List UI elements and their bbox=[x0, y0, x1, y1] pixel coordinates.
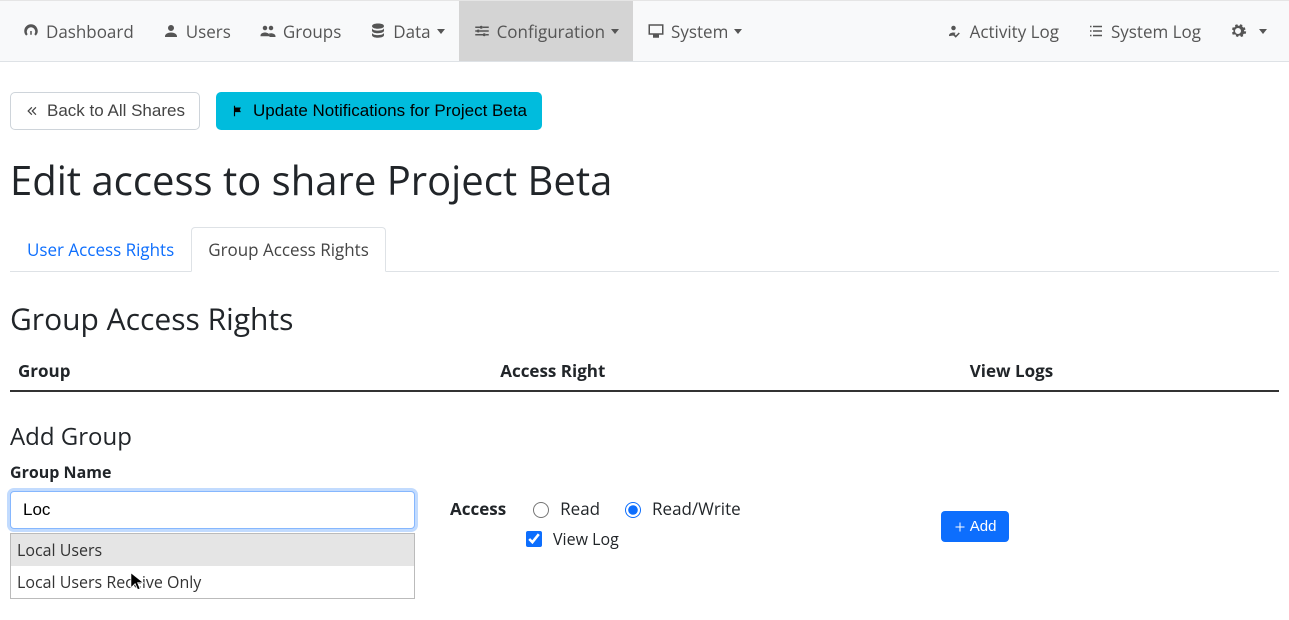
nav-activity-log-label: Activity Log bbox=[970, 20, 1059, 43]
nav-groups[interactable]: Groups bbox=[245, 1, 355, 61]
access-label: Access bbox=[450, 497, 506, 520]
gauge-icon bbox=[22, 22, 40, 40]
database-icon bbox=[369, 22, 387, 40]
col-view-logs: View Logs bbox=[962, 351, 1279, 391]
nav-configuration[interactable]: Configuration bbox=[459, 1, 633, 61]
tab-group-access[interactable]: Group Access Rights bbox=[191, 227, 386, 272]
chevron-down-icon bbox=[1259, 29, 1267, 34]
list-icon bbox=[1087, 22, 1105, 40]
nav-settings[interactable] bbox=[1215, 1, 1281, 61]
user-icon bbox=[162, 22, 180, 40]
update-notifications-button[interactable]: Update Notifications for Project Beta bbox=[216, 92, 542, 130]
monitor-icon bbox=[647, 22, 665, 40]
nav-activity-log[interactable]: Activity Log bbox=[932, 1, 1073, 61]
rights-table: Group Access Right View Logs bbox=[10, 351, 1279, 392]
nav-users-label: Users bbox=[186, 20, 231, 43]
view-log-checkbox[interactable] bbox=[526, 531, 542, 547]
user-check-icon bbox=[946, 22, 964, 40]
tabs: User Access Rights Group Access Rights bbox=[10, 227, 1279, 272]
nav-users[interactable]: Users bbox=[148, 1, 245, 61]
nav-system-label: System bbox=[671, 20, 728, 43]
flag-icon bbox=[231, 104, 245, 118]
group-name-label: Group Name bbox=[10, 461, 1279, 483]
update-button-label: Update Notifications for Project Beta bbox=[253, 101, 527, 121]
nav-groups-label: Groups bbox=[283, 20, 341, 43]
autocomplete-option[interactable]: Local Users Receive Only bbox=[11, 566, 414, 598]
autocomplete-option[interactable]: Local Users bbox=[11, 534, 414, 566]
chevron-down-icon bbox=[611, 29, 619, 34]
view-log-label: View Log bbox=[553, 528, 619, 550]
angles-left-icon bbox=[25, 104, 39, 118]
nav-dashboard[interactable]: Dashboard bbox=[8, 1, 148, 61]
add-group-title: Add Group bbox=[10, 420, 1279, 453]
access-readwrite-label: Read/Write bbox=[652, 497, 741, 520]
access-readwrite-radio[interactable] bbox=[625, 502, 641, 518]
back-button-label: Back to All Shares bbox=[47, 101, 185, 121]
page-title: Edit access to share Project Beta bbox=[10, 152, 1279, 207]
users-icon bbox=[259, 22, 277, 40]
nav-configuration-label: Configuration bbox=[497, 20, 605, 43]
nav-system[interactable]: System bbox=[633, 1, 756, 61]
col-access: Access Right bbox=[492, 351, 962, 391]
nav-system-log[interactable]: System Log bbox=[1073, 1, 1215, 61]
nav-data-label: Data bbox=[393, 20, 430, 43]
section-title: Group Access Rights bbox=[10, 298, 1279, 339]
access-readwrite-option[interactable]: Read/Write bbox=[620, 497, 741, 520]
back-to-shares-button[interactable]: Back to All Shares bbox=[10, 92, 200, 130]
top-navbar: Dashboard Users Groups Data Configuratio… bbox=[0, 0, 1289, 62]
tab-user-access[interactable]: User Access Rights bbox=[10, 227, 191, 272]
add-button[interactable]: Add bbox=[941, 511, 1010, 542]
col-group: Group bbox=[10, 351, 492, 391]
chevron-down-icon bbox=[734, 29, 742, 34]
nav-system-log-label: System Log bbox=[1111, 20, 1201, 43]
nav-data[interactable]: Data bbox=[355, 1, 458, 61]
sliders-icon bbox=[473, 22, 491, 40]
access-read-option[interactable]: Read bbox=[528, 497, 600, 520]
plus-icon bbox=[954, 521, 966, 533]
access-read-radio[interactable] bbox=[533, 502, 549, 518]
gear-icon bbox=[1229, 22, 1247, 40]
autocomplete-dropdown: Local Users Local Users Receive Only bbox=[10, 533, 415, 599]
add-button-label: Add bbox=[970, 518, 997, 535]
group-name-input[interactable] bbox=[10, 491, 415, 529]
nav-dashboard-label: Dashboard bbox=[46, 20, 134, 43]
chevron-down-icon bbox=[437, 29, 445, 34]
access-read-label: Read bbox=[560, 497, 600, 520]
